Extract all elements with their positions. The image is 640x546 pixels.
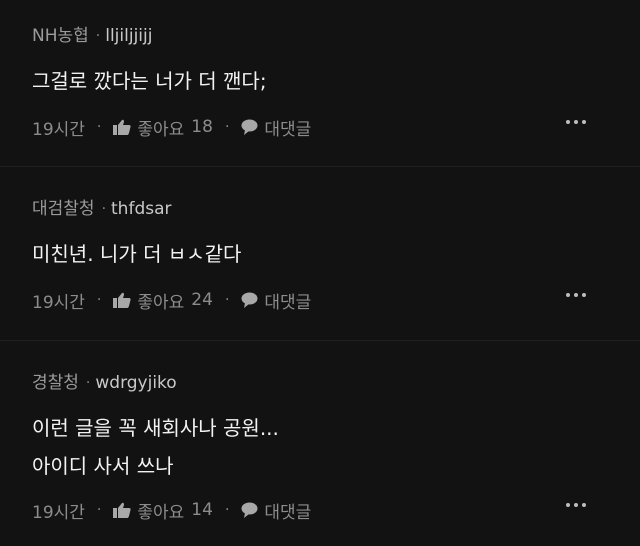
comment-author[interactable]: NH농협 xyxy=(32,25,89,47)
footer-separator: · xyxy=(224,119,230,135)
more-dots-icon xyxy=(566,503,570,507)
comment-username[interactable]: lljiljjijj xyxy=(105,25,152,47)
comment-item: NH농협 · lljiljjijj 그걸로 깠다는 너가 더 깬다; 19시간 … xyxy=(0,25,640,140)
comment-list: NH농협 · lljiljjijj 그걸로 깠다는 너가 더 깬다; 19시간 … xyxy=(0,0,640,546)
more-dots-icon xyxy=(582,503,586,507)
comment-footer: 19시간 · 좋아요 14 · 대댓글 xyxy=(32,497,616,523)
comment-item: 대검찰청 · thfdsar 미친년. 니가 더 ㅂㅅ같다 19시간 · 좋아요… xyxy=(0,198,640,313)
speech-bubble-icon xyxy=(241,502,258,518)
reply-label: 대댓글 xyxy=(264,502,312,523)
comment-author[interactable]: 대검찰청 xyxy=(32,198,95,220)
reply-label: 대댓글 xyxy=(264,119,312,140)
reply-button[interactable]: 대댓글 xyxy=(241,115,311,140)
more-dots-icon xyxy=(574,293,578,297)
comment-meta: NH농협 · lljiljjijj xyxy=(32,25,616,47)
more-dots-icon xyxy=(566,120,570,124)
meta-separator: · xyxy=(101,201,107,217)
comment-username[interactable]: thfdsar xyxy=(111,198,171,220)
comment-meta: 경찰청 · wdrgyjiko xyxy=(32,372,616,394)
comment-footer: 19시간 · 좋아요 24 · 대댓글 xyxy=(32,287,616,313)
like-button[interactable]: 좋아요 14 xyxy=(113,498,213,523)
like-label: 좋아요 xyxy=(137,119,185,140)
like-button[interactable]: 좋아요 18 xyxy=(113,115,213,140)
comment-body: 그걸로 깠다는 너가 더 깬다; xyxy=(32,62,616,100)
more-dots-icon xyxy=(574,120,578,124)
footer-separator: · xyxy=(224,292,230,308)
more-dots-icon xyxy=(582,120,586,124)
comment-time: 19시간 xyxy=(32,119,85,140)
comment-divider xyxy=(0,166,640,167)
comment-username[interactable]: wdrgyjiko xyxy=(95,372,176,394)
meta-separator: · xyxy=(85,375,91,391)
like-label: 좋아요 xyxy=(137,502,185,523)
more-options-button[interactable] xyxy=(566,120,586,124)
comment-line: 그걸로 깠다는 너가 더 깬다; xyxy=(32,69,267,93)
more-dots-icon xyxy=(574,503,578,507)
comment-line: 아이디 사서 쓰나 xyxy=(32,454,174,478)
more-dots-icon xyxy=(582,293,586,297)
thumbs-up-icon xyxy=(113,292,131,308)
speech-bubble-icon xyxy=(241,119,258,135)
reply-label: 대댓글 xyxy=(264,292,312,313)
more-dots-icon xyxy=(566,293,570,297)
comment-line: 미친년. 니가 더 ㅂㅅ같다 xyxy=(32,242,242,266)
comment-meta: 대검찰청 · thfdsar xyxy=(32,198,616,220)
more-options-button[interactable] xyxy=(566,503,586,507)
comment-body: 이런 글을 꼭 새회사나 공원... 아이디 사서 쓰나 xyxy=(32,409,616,485)
reply-button[interactable]: 대댓글 xyxy=(241,498,311,523)
thumbs-up-icon xyxy=(113,502,131,518)
footer-separator: · xyxy=(224,502,230,518)
comment-divider xyxy=(0,340,640,341)
like-label: 좋아요 xyxy=(137,292,185,313)
meta-separator: · xyxy=(95,28,101,44)
more-options-button[interactable] xyxy=(566,293,586,297)
comment-author[interactable]: 경찰청 xyxy=(32,372,79,394)
footer-separator: · xyxy=(96,502,102,518)
like-count: 18 xyxy=(191,117,213,137)
comment-time: 19시간 xyxy=(32,502,85,523)
thumbs-up-icon xyxy=(113,119,131,135)
footer-separator: · xyxy=(96,292,102,308)
speech-bubble-icon xyxy=(241,292,258,308)
comment-item: 경찰청 · wdrgyjiko 이런 글을 꼭 새회사나 공원... 아이디 사… xyxy=(0,372,640,523)
like-count: 14 xyxy=(191,500,213,520)
comment-body: 미친년. 니가 더 ㅂㅅ같다 xyxy=(32,235,616,273)
comment-footer: 19시간 · 좋아요 18 · 대댓글 xyxy=(32,114,616,140)
like-button[interactable]: 좋아요 24 xyxy=(113,288,213,313)
footer-separator: · xyxy=(96,119,102,135)
comment-time: 19시간 xyxy=(32,292,85,313)
like-count: 24 xyxy=(191,290,213,310)
reply-button[interactable]: 대댓글 xyxy=(241,288,311,313)
comment-line: 이런 글을 꼭 새회사나 공원... xyxy=(32,416,279,440)
